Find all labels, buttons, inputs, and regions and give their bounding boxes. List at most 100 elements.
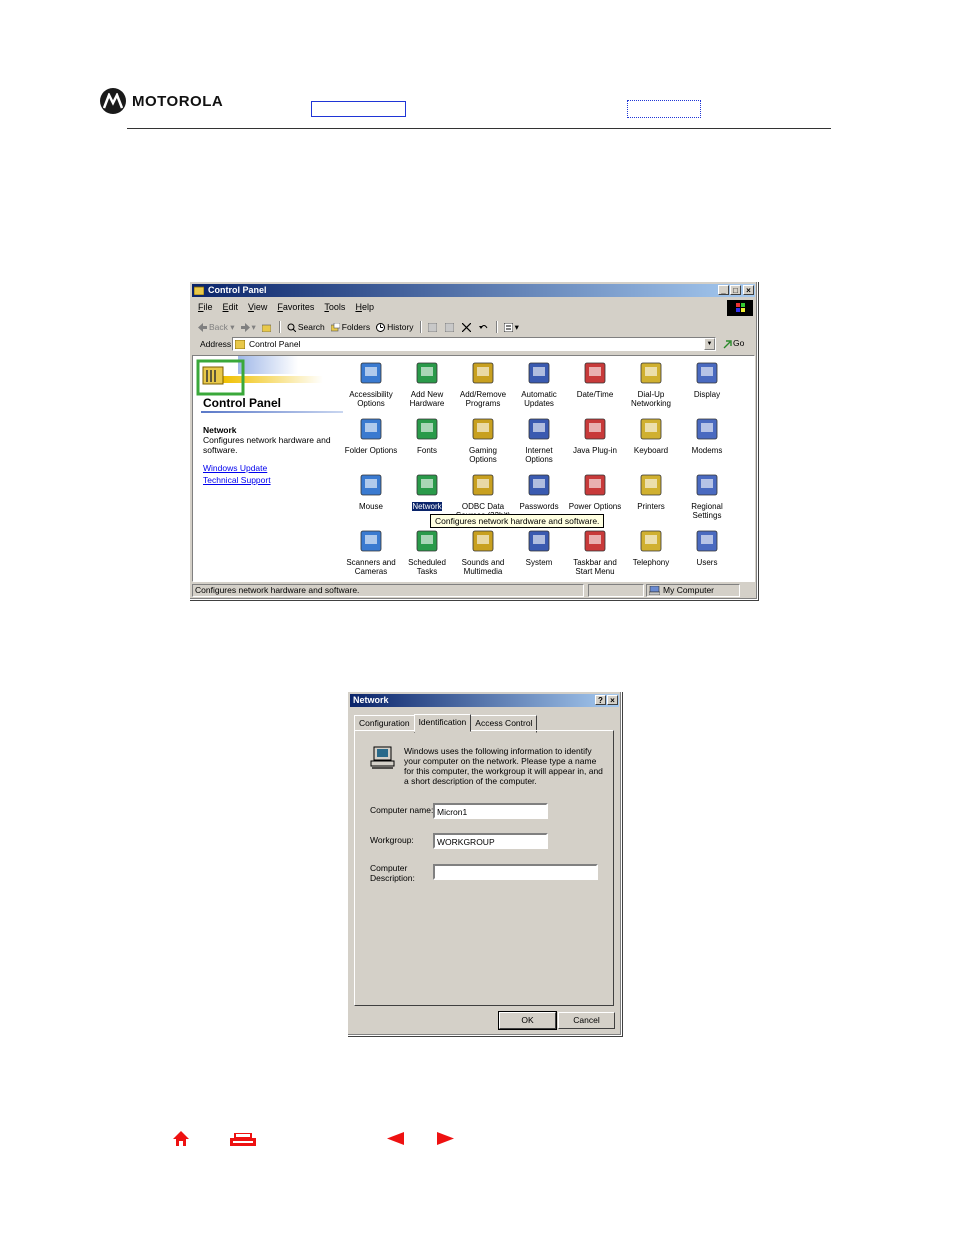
computer-name-field[interactable]: Micron1 (433, 803, 548, 819)
cp-item-accessibility-options[interactable]: Accessibility Options (343, 360, 399, 408)
cp-item-label: Automatic Updates (511, 390, 567, 408)
cp-item-regional-settings[interactable]: Regional Settings (679, 472, 735, 520)
copy-to-icon[interactable] (444, 322, 454, 332)
control-panel-title: Control Panel (208, 285, 267, 295)
cp-item-internet-options[interactable]: Internet Options (511, 416, 567, 464)
cp-item-passwords[interactable]: Passwords (511, 472, 567, 511)
cp-item-scheduled-tasks[interactable]: Scheduled Tasks (399, 528, 455, 576)
network-icon (416, 474, 438, 496)
tab-identification[interactable]: Identification (413, 714, 472, 732)
cp-item-automatic-updates[interactable]: Automatic Updates (511, 360, 567, 408)
cp-item-label-line: Regional (691, 502, 723, 511)
cancel-button[interactable]: Cancel (558, 1012, 615, 1029)
previous-arrow-icon[interactable] (387, 1132, 405, 1145)
search-button[interactable]: Search (287, 322, 325, 333)
cp-item-power-options[interactable]: Power Options (567, 472, 623, 511)
cp-item-users[interactable]: Users (679, 528, 735, 567)
back-arrow-icon (198, 322, 207, 332)
cp-item-label-line: Modems (691, 446, 723, 455)
next-arrow-icon[interactable] (437, 1132, 455, 1145)
cp-item-taskbar-and-start-menu[interactable]: Taskbar and Start Menu (567, 528, 623, 576)
move-to-icon[interactable] (427, 322, 437, 332)
help-button[interactable]: ? (595, 695, 606, 705)
search-icon (287, 323, 296, 333)
maximize-button[interactable]: □ (730, 285, 741, 295)
back-button[interactable]: Back ▾ (198, 322, 235, 333)
delete-icon[interactable] (461, 322, 471, 332)
address-field[interactable]: Control Panel ▼ (232, 337, 716, 351)
cp-item-label: Add New Hardware (399, 390, 455, 408)
cp-item-label-line: Internet (525, 446, 553, 455)
header-link-box[interactable] (311, 101, 406, 117)
close-button[interactable]: × (743, 285, 754, 295)
cp-item-label-line: Start Menu (575, 567, 615, 576)
cp-item-label-line: Multimedia (463, 567, 503, 576)
windows-update-link[interactable]: Windows Update (203, 463, 267, 473)
undo-icon[interactable] (478, 323, 488, 332)
cp-item-java-plug-in[interactable]: Java Plug-in (567, 416, 623, 455)
cp-item-label-line: Users (696, 558, 718, 567)
menu-tools[interactable]: Tools (324, 302, 345, 312)
cp-item-display[interactable]: Display (679, 360, 735, 399)
header-dotted-link-box[interactable] (627, 100, 701, 118)
technical-support-link[interactable]: Technical Support (203, 475, 271, 485)
menu-favorites[interactable]: Favorites (277, 302, 314, 312)
cp-item-odbc-data-sources-32bit[interactable]: ODBC DataSources (32bit) (455, 472, 511, 520)
home-icon[interactable] (172, 1130, 190, 1147)
cp-item-printers[interactable]: Printers (623, 472, 679, 511)
cp-item-fonts[interactable]: Fonts (399, 416, 455, 455)
address-dropdown-button[interactable]: ▼ (704, 338, 715, 350)
back-label: Back (209, 321, 228, 332)
cp-item-system[interactable]: System (511, 528, 567, 567)
odbc-data-sources-32bit-icon (472, 474, 494, 496)
workgroup-field[interactable]: WORKGROUP (433, 833, 548, 849)
cp-item-keyboard[interactable]: Keyboard (623, 416, 679, 455)
cp-item-mouse[interactable]: Mouse (343, 472, 399, 511)
control-panel-titlebar[interactable]: Control Panel _ □ × (192, 284, 755, 297)
folders-button[interactable]: Folders (330, 322, 370, 332)
workgroup-label: Workgroup: (370, 835, 414, 845)
cp-item-folder-options[interactable]: Folder Options (343, 416, 399, 455)
print-icon[interactable] (229, 1133, 257, 1147)
menu-edit[interactable]: Edit (223, 302, 239, 312)
cp-item-sounds-and-multimedia[interactable]: Sounds and Multimedia (455, 528, 511, 576)
forward-button[interactable]: ▾ (240, 322, 256, 333)
cp-item-add-new-hardware[interactable]: Add New Hardware (399, 360, 455, 408)
go-button[interactable]: Go (723, 338, 744, 349)
cp-item-label: Taskbar and Start Menu (567, 558, 623, 576)
views-button[interactable]: ▾ (503, 322, 519, 333)
menu-file[interactable]: File (198, 302, 213, 312)
scanners-and-cameras-icon (360, 530, 382, 552)
cp-item-network[interactable]: Network (399, 472, 455, 511)
cp-item-label: Folder Options (343, 446, 399, 455)
menu-view[interactable]: View (248, 302, 267, 312)
motorola-batwing-icon (100, 88, 126, 114)
cp-item-label: Scanners and Cameras (343, 558, 399, 576)
cp-item-label: Modems (679, 446, 735, 455)
cp-item-modems[interactable]: Modems (679, 416, 735, 455)
cp-item-gaming-options[interactable]: Gaming Options (455, 416, 511, 464)
computer-description-field[interactable] (433, 864, 598, 880)
cp-item-date-time[interactable]: Date/Time (567, 360, 623, 399)
cp-item-dial-up-networking[interactable]: Dial-Up Networking (623, 360, 679, 408)
cp-item-label-line: Networking (630, 399, 671, 408)
cp-item-add-remove-programs[interactable]: Add/Remove Programs (455, 360, 511, 408)
cp-item-telephony[interactable]: Telephony (623, 528, 679, 567)
cp-item-label-line: System (525, 558, 553, 567)
menu-help[interactable]: Help (355, 302, 374, 312)
history-button[interactable]: History (376, 322, 414, 333)
cp-item-scanners-and-cameras[interactable]: Scanners and Cameras (343, 528, 399, 576)
address-value: Control Panel (249, 339, 301, 349)
cp-item-label-line: Scanners and (346, 558, 396, 567)
cp-item-label-line: Scheduled (408, 558, 446, 567)
my-computer-icon (649, 586, 660, 595)
gaming-options-icon (472, 418, 494, 440)
users-icon (696, 530, 718, 552)
network-dialog-titlebar[interactable]: Network ? × (350, 694, 619, 707)
up-folder-icon[interactable] (261, 323, 271, 332)
dialog-close-button[interactable]: × (607, 695, 618, 705)
ok-button[interactable]: OK (498, 1011, 557, 1030)
minimize-button[interactable]: _ (718, 285, 729, 295)
cp-item-label: Accessibility Options (343, 390, 399, 408)
header-divider (127, 128, 831, 129)
